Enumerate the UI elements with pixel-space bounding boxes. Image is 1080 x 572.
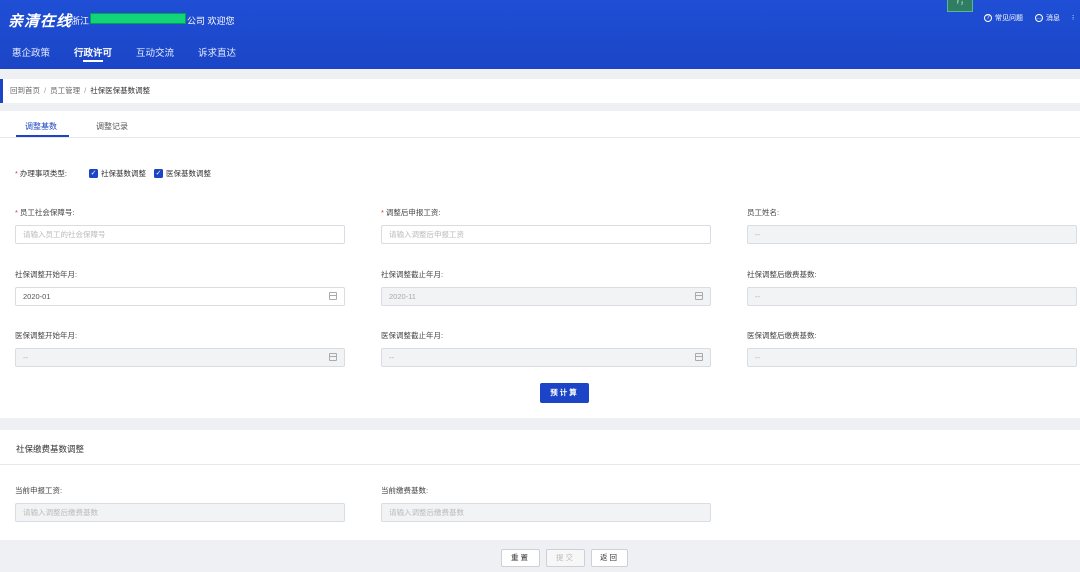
current-base-label: 当前缴费基数: [381, 486, 429, 495]
adjust-form-card: 调整基数 调整记录 * 办理事项类型: ✓ 社保基数调整 ✓ 医保基数调整 * 员… [0, 111, 1080, 418]
question-icon: ? [984, 14, 992, 22]
faq-label: 常见问题 [995, 15, 1023, 22]
header-links: ? 常见问题 … 消息 ⁝ [984, 13, 1080, 23]
si-start-value: 2020-01 [23, 292, 51, 301]
adjusted-wage-label: * 调整后申报工资: [381, 208, 441, 217]
message-icon: … [1035, 14, 1043, 22]
mi-end-date-picker: -- [381, 348, 711, 367]
current-base-placeholder: 请输入调整后缴费基数 [389, 508, 464, 517]
mi-base-field: -- [747, 348, 1077, 367]
si-base-label: 社保调整后缴费基数: [747, 270, 817, 279]
mi-start-value: -- [23, 353, 28, 362]
required-mark: * [15, 169, 18, 178]
brand-separator: • [64, 13, 68, 24]
redacted-company-name [90, 13, 186, 24]
tab-adjust-records[interactable]: 调整记录 [96, 121, 128, 132]
back-button[interactable]: 返回 [591, 549, 628, 567]
calendar-icon [695, 353, 703, 361]
current-wage-label: 当前申报工资: [15, 486, 63, 495]
tab-adjust-base[interactable]: 调整基数 [25, 121, 57, 132]
reset-button[interactable]: 重置 [501, 549, 540, 567]
check-icon: ✓ [89, 169, 99, 178]
mi-start-label: 医保调整开始年月: [15, 331, 78, 340]
more-icon: ⁝ [1072, 15, 1075, 22]
social-insurance-checkbox[interactable]: ✓ 社保基数调整 [89, 168, 146, 179]
overflow-menu[interactable]: ⁝ [1072, 14, 1080, 22]
submit-button[interactable]: 提交 [546, 549, 585, 567]
ssn-label: * 员工社会保障号: [15, 208, 75, 217]
current-base-field: 请输入调整后缴费基数 [381, 503, 711, 522]
ssn-input[interactable]: 请输入员工的社会保障号 [15, 225, 345, 244]
mi-base-label: 医保调整后缴费基数: [747, 331, 817, 340]
si-end-label: 社保调整截止年月: [381, 270, 444, 279]
mi-end-label: 医保调整截止年月: [381, 331, 444, 340]
breadcrumb-separator: / [84, 86, 87, 95]
employee-name-field: -- [747, 225, 1077, 244]
breadcrumb-separator: / [44, 86, 47, 95]
medical-insurance-checkbox[interactable]: ✓ 医保基数调整 [154, 168, 211, 179]
check-icon: ✓ [154, 169, 164, 178]
matter-type-row: * 办理事项类型: ✓ 社保基数调整 ✓ 医保基数调整 [15, 168, 211, 179]
mi-base-value: -- [755, 353, 760, 362]
tab-bar: 调整基数 调整记录 [0, 111, 1080, 138]
top-header: 亲清在线 • 浙江 公司 欢迎您 ᶠ ᶡ ? 常见问题 … 消息 ⁝ 惠企政策 … [0, 0, 1080, 69]
messages-link[interactable]: … 消息 [1035, 13, 1060, 23]
current-wage-placeholder: 请输入调整后缴费基数 [23, 508, 98, 517]
floating-widget[interactable]: ᶠ ᶡ [947, 0, 973, 12]
calendar-icon [695, 292, 703, 300]
matter-type-label: 办理事项类型: [19, 169, 68, 178]
adjusted-wage-placeholder: 请输入调整后申报工资 [389, 230, 464, 239]
precalculate-button[interactable]: 预计算 [540, 383, 589, 403]
active-tab-indicator [16, 135, 69, 137]
breadcrumb-employee-mgmt[interactable]: 员工管理 [50, 86, 80, 95]
greeting-prefix: 浙江 [71, 16, 90, 26]
calendar-icon [329, 353, 337, 361]
section-divider [0, 464, 1080, 465]
breadcrumb: 回到首页 / 员工管理 / 社保医保基数调整 [0, 79, 1080, 103]
calendar-icon [329, 292, 337, 300]
mi-start-date-picker: -- [15, 348, 345, 367]
nav-policies[interactable]: 惠企政策 [0, 45, 62, 65]
breadcrumb-home[interactable]: 回到首页 [10, 86, 40, 95]
ssn-placeholder: 请输入员工的社会保障号 [23, 230, 106, 239]
social-insurance-checkbox-label: 社保基数调整 [101, 169, 147, 178]
medical-insurance-checkbox-label: 医保基数调整 [166, 169, 212, 178]
brand-logo[interactable]: 亲清在线 [8, 10, 72, 31]
si-base-value: -- [755, 292, 760, 301]
employee-name-label: 员工姓名: [747, 208, 780, 217]
employee-name-value: -- [755, 230, 760, 239]
si-start-label: 社保调整开始年月: [15, 270, 78, 279]
nav-interaction[interactable]: 互动交流 [124, 45, 186, 65]
section-title: 社保缴费基数调整 [16, 444, 85, 454]
si-base-field: -- [747, 287, 1077, 306]
si-end-value: 2020-11 [389, 292, 416, 301]
main-nav: 惠企政策 行政许可 互动交流 诉求直达 [0, 45, 248, 65]
breadcrumb-current: 社保医保基数调整 [90, 86, 151, 95]
si-end-date-picker: 2020-11 [381, 287, 711, 306]
current-wage-field: 请输入调整后缴费基数 [15, 503, 345, 522]
mi-end-value: -- [389, 353, 394, 362]
adjusted-wage-input[interactable]: 请输入调整后申报工资 [381, 225, 711, 244]
nav-admin-permit[interactable]: 行政许可 [62, 45, 124, 65]
si-start-date-picker[interactable]: 2020-01 [15, 287, 345, 306]
faq-link[interactable]: ? 常见问题 [984, 13, 1023, 23]
nav-appeals[interactable]: 诉求直达 [186, 45, 248, 65]
greeting-suffix: 公司 欢迎您 [187, 16, 235, 26]
si-base-section: 社保缴费基数调整 当前申报工资: 请输入调整后缴费基数 当前缴费基数: 请输入调… [0, 430, 1080, 540]
messages-label: 消息 [1046, 15, 1060, 22]
